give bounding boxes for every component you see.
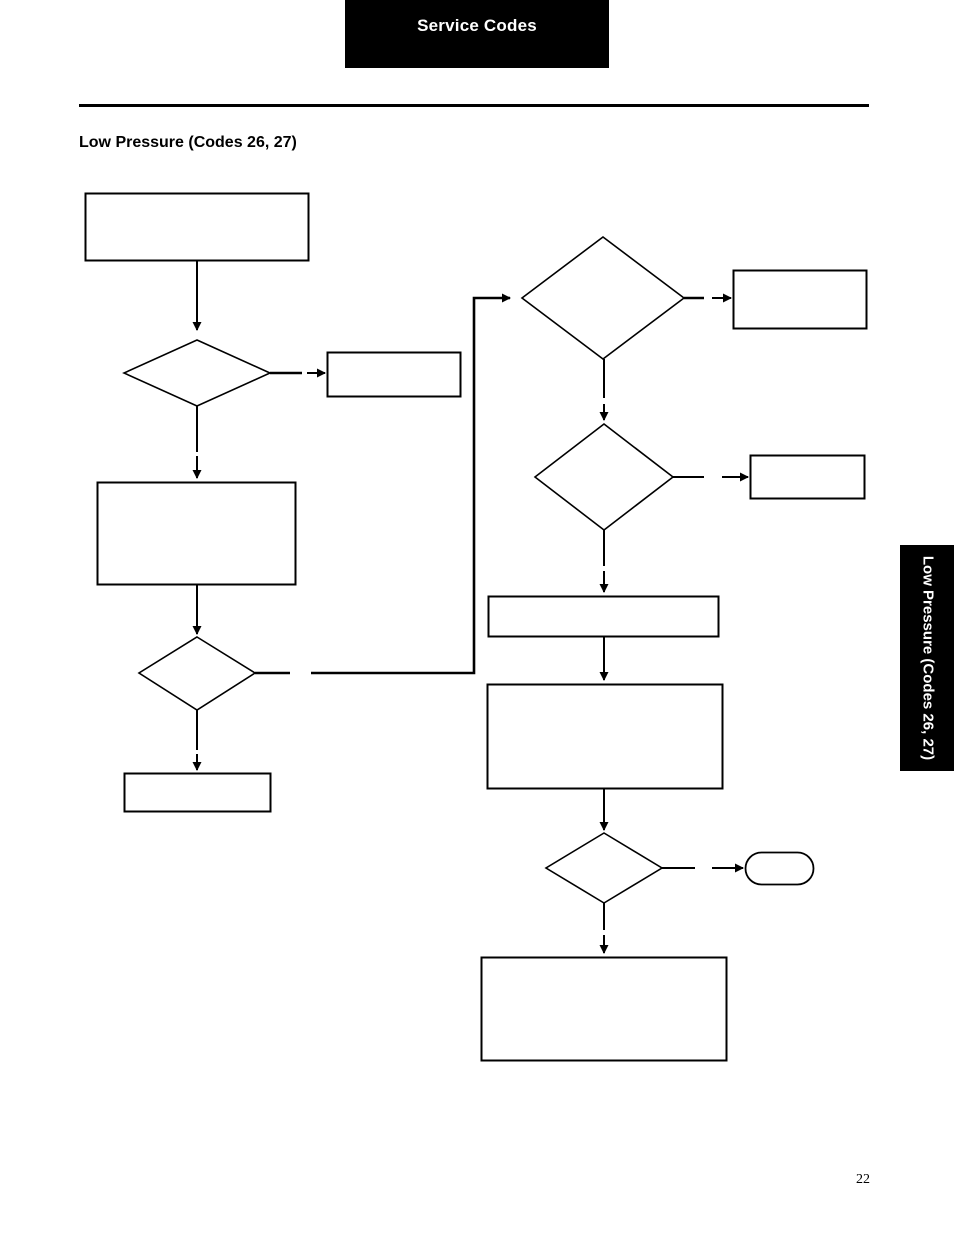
flow-node-process-4 xyxy=(486,683,724,790)
flow-node-process-2 xyxy=(96,481,297,586)
flow-node-decision-5 xyxy=(544,832,664,904)
flow-node-decision-2-no-process xyxy=(123,772,272,813)
flow-node-decision-1 xyxy=(122,339,272,407)
flow-node-decision-4 xyxy=(533,422,675,532)
flow-node-decision-1-yes-process xyxy=(326,351,462,398)
flow-node-decision-3-yes-process xyxy=(732,269,868,330)
flow-node-process-3 xyxy=(487,595,720,638)
flow-node-decision-4-yes-process xyxy=(749,454,866,500)
manual-page: Service Codes Low Pressure (Codes 26, 27… xyxy=(0,0,954,1235)
flow-node-decision-2 xyxy=(137,636,257,711)
flow-node-process-5 xyxy=(480,956,728,1062)
flow-node-decision-5-yes-terminator xyxy=(744,851,815,886)
flow-node-decision-3 xyxy=(520,235,686,361)
flow-node-start-process xyxy=(84,192,310,262)
page-number: 22 xyxy=(856,1172,870,1187)
troubleshooting-flowchart xyxy=(84,192,868,1062)
